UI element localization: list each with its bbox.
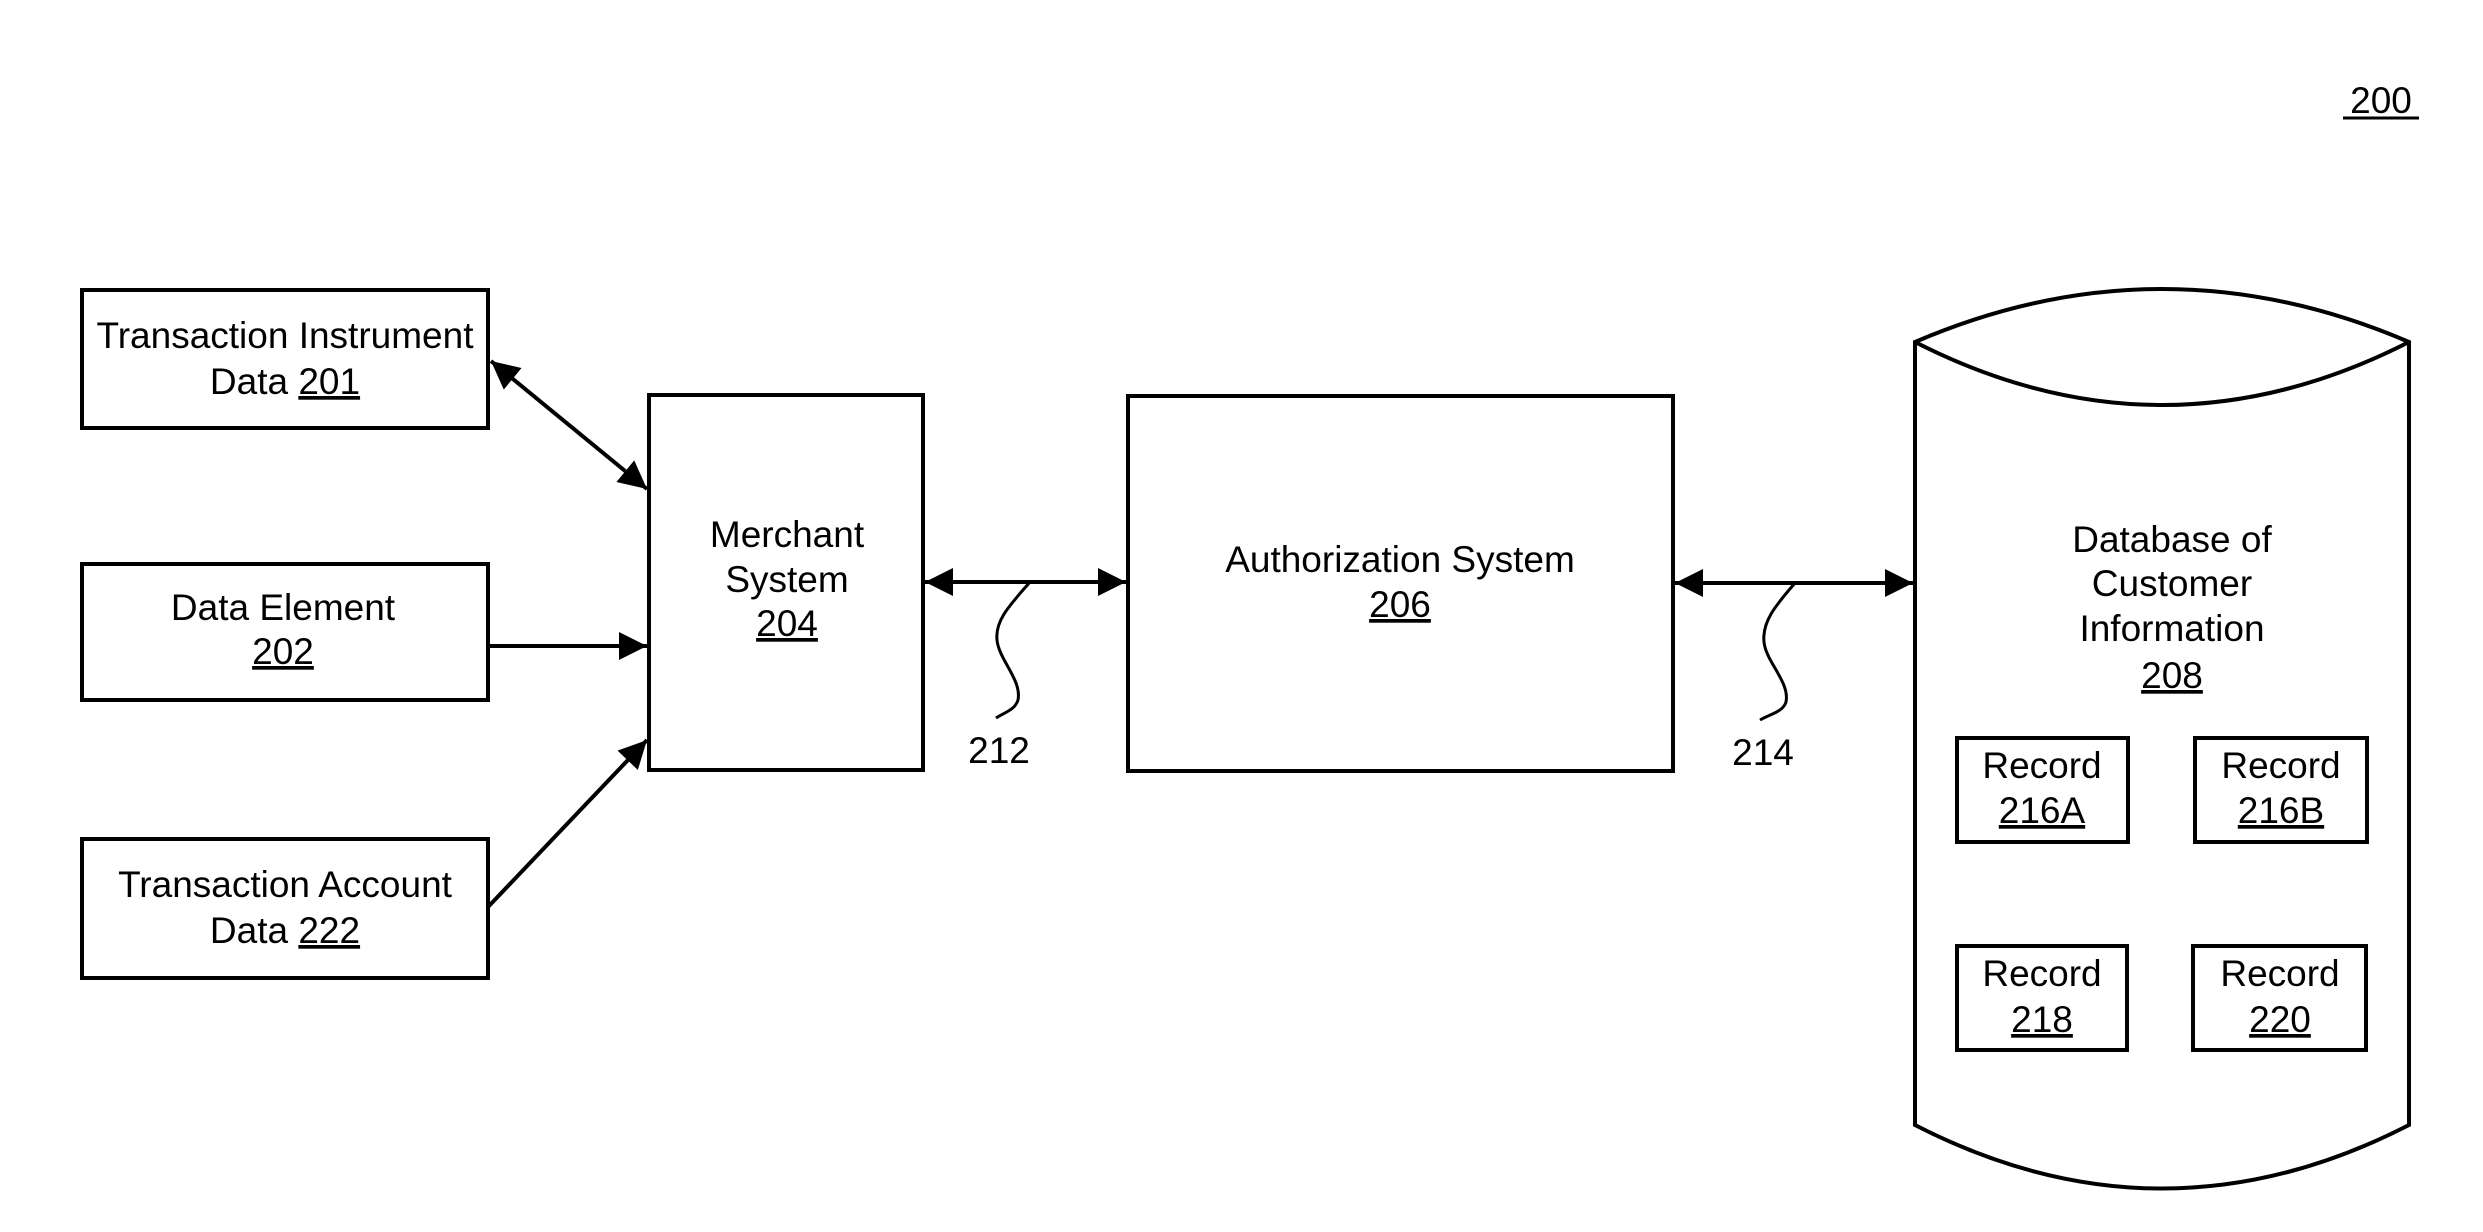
connection-ref-212: 212 xyxy=(968,730,1030,771)
node-label-line2: Data 222 xyxy=(210,910,360,951)
record-label: Record xyxy=(2220,953,2339,994)
node-box xyxy=(80,837,490,980)
record-ref-number: 218 xyxy=(2011,999,2073,1040)
record-220[interactable]: Record 220 xyxy=(2191,944,2368,1052)
node-ref-number: 202 xyxy=(252,631,314,672)
node-label-prefix: Data xyxy=(210,361,298,402)
node-transaction-instrument-data[interactable]: Transaction Instrument Data 201 xyxy=(80,288,490,430)
node-label-line1: Merchant xyxy=(710,514,865,555)
record-ref-number: 216A xyxy=(1999,790,2086,831)
node-authorization-system[interactable]: Authorization System 206 xyxy=(1126,394,1675,773)
node-box xyxy=(80,288,490,430)
node-label-line1: Database of xyxy=(2072,519,2272,560)
record-label: Record xyxy=(1982,745,2101,786)
node-ref-number: 206 xyxy=(1369,584,1431,625)
node-label-line1: Authorization System xyxy=(1225,539,1575,580)
node-label-line2: Data 201 xyxy=(210,361,360,402)
node-ref-number: 208 xyxy=(2141,655,2203,696)
record-ref-number: 216B xyxy=(2238,790,2324,831)
arrow-instrument-to-merchant xyxy=(489,359,649,491)
figure-number: 200 xyxy=(2343,80,2419,121)
record-ref-number: 220 xyxy=(2249,999,2311,1040)
figure-number-text: 200 xyxy=(2350,80,2412,121)
record-216b[interactable]: Record 216B xyxy=(2193,736,2369,844)
record-label: Record xyxy=(2221,745,2340,786)
node-label-prefix: Data xyxy=(210,910,298,951)
node-label-line1: Data Element xyxy=(171,587,396,628)
leader-line-214 xyxy=(1759,582,1797,722)
record-216a[interactable]: Record 216A xyxy=(1955,736,2130,844)
node-data-element[interactable]: Data Element 202 xyxy=(80,562,490,702)
node-label-line2: System xyxy=(725,559,848,600)
record-218[interactable]: Record 218 xyxy=(1955,944,2129,1052)
arrow-account-to-merchant xyxy=(486,738,649,909)
node-ref-number: 204 xyxy=(756,603,818,644)
node-merchant-system[interactable]: Merchant System 204 xyxy=(647,393,925,772)
node-label-line3: Information xyxy=(2079,608,2264,649)
leader-line-212 xyxy=(995,581,1032,720)
node-label-line2: Customer xyxy=(2092,563,2252,604)
node-label-line1: Transaction Account xyxy=(118,864,453,905)
node-ref-number: 222 xyxy=(298,910,360,951)
record-label: Record xyxy=(1982,953,2101,994)
system-diagram: 200 Transaction Instrument Data 201 Data… xyxy=(80,80,2419,1191)
node-transaction-account-data[interactable]: Transaction Account Data 222 xyxy=(80,837,490,980)
node-customer-database[interactable]: Database of Customer Information 208 Rec… xyxy=(1913,287,2411,1191)
node-label-line1: Transaction Instrument xyxy=(96,315,474,356)
node-ref-number: 201 xyxy=(298,361,360,402)
connection-ref-214: 214 xyxy=(1732,732,1794,773)
